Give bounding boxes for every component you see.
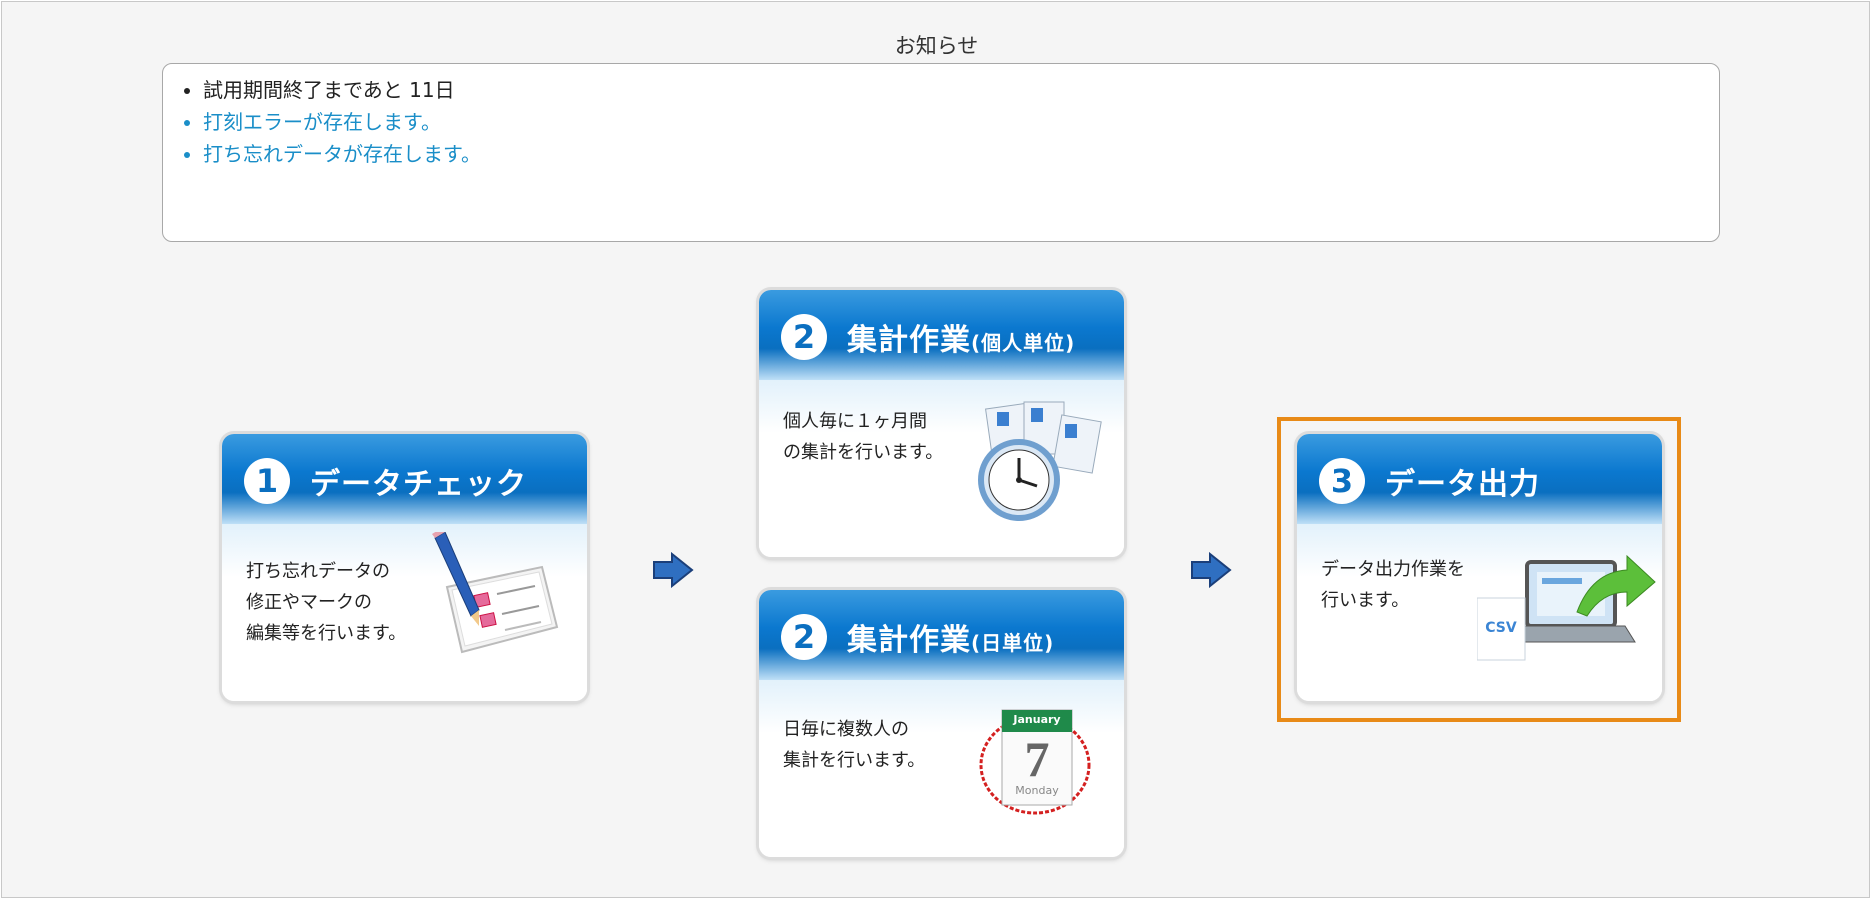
- card-header: 2 集計作業(個人単位): [759, 290, 1124, 380]
- pencil-checklist-icon: [432, 532, 559, 654]
- tally-daily-card[interactable]: 2 集計作業(日単位) 日毎に複数人の 集計を行います。 January 7 M…: [759, 590, 1124, 857]
- calendar-month: January: [1013, 713, 1061, 726]
- card-description: 打ち忘れデータの 修正やマークの 編集等を行います。: [246, 561, 407, 644]
- tally-individual-card[interactable]: 2 集計作業(個人単位) 個人毎に１ヶ月間 の集計を行います。: [759, 290, 1124, 557]
- card-description: データ出力作業を 行います。: [1321, 559, 1465, 611]
- notice-box: 試用期間終了まであと 11日 打刻エラーが存在します。 打ち忘れデータが存在しま…: [162, 63, 1720, 242]
- csv-file-label: CSV: [1485, 620, 1517, 636]
- card-body: 打ち忘れデータの 修正やマークの 編集等を行います。: [222, 524, 587, 701]
- card-title: データ出力: [1385, 467, 1540, 502]
- step-number-badge: 2: [781, 614, 827, 660]
- card-description: 個人毎に１ヶ月間 の集計を行います。: [783, 411, 944, 463]
- step-number-badge: 1: [244, 458, 290, 504]
- step-number-badge: 3: [1319, 458, 1365, 504]
- arrow-right-icon: [1191, 552, 1232, 588]
- card-body: 日毎に複数人の 集計を行います。 January 7 Monday: [759, 680, 1124, 857]
- csv-export-laptop-icon: CSV: [1477, 542, 1657, 692]
- notice-missed-punch-link[interactable]: 打ち忘れデータが存在します。: [203, 138, 1719, 170]
- calendar-weekday: Monday: [1015, 784, 1059, 797]
- notice-title: お知らせ: [894, 34, 979, 58]
- data-output-card[interactable]: 3 データ出力 データ出力作業を 行います。 CSV: [1297, 434, 1662, 701]
- clock-timecards-icon: [978, 401, 1102, 521]
- notice-trial-remaining: 試用期間終了まであと 11日: [203, 74, 1719, 106]
- calendar-icon: January 7 Monday: [977, 700, 1097, 825]
- data-check-card[interactable]: 1 データチェック 打ち忘れデータの 修正やマークの 編集等を行います。: [222, 434, 587, 701]
- card-header: 1 データチェック: [222, 434, 587, 524]
- step-number-badge: 2: [781, 314, 827, 360]
- card-body: 個人毎に１ヶ月間 の集計を行います。: [759, 380, 1124, 557]
- calendar-day: 7: [1024, 731, 1050, 787]
- notice-list: 試用期間終了まであと 11日 打刻エラーが存在します。 打ち忘れデータが存在しま…: [163, 74, 1719, 170]
- card-body: データ出力作業を 行います。 CSV: [1297, 524, 1662, 701]
- card-description: 日毎に複数人の 集計を行います。: [783, 719, 926, 771]
- notice-clock-error-link[interactable]: 打刻エラーが存在します。: [203, 106, 1719, 138]
- arrow-right-icon: [653, 552, 694, 588]
- card-title: データチェック: [310, 467, 527, 502]
- card-title: 集計作業(個人単位): [847, 323, 1076, 358]
- card-header: 3 データ出力: [1297, 434, 1662, 524]
- card-title: 集計作業(日単位): [847, 623, 1055, 658]
- card-header: 2 集計作業(日単位): [759, 590, 1124, 680]
